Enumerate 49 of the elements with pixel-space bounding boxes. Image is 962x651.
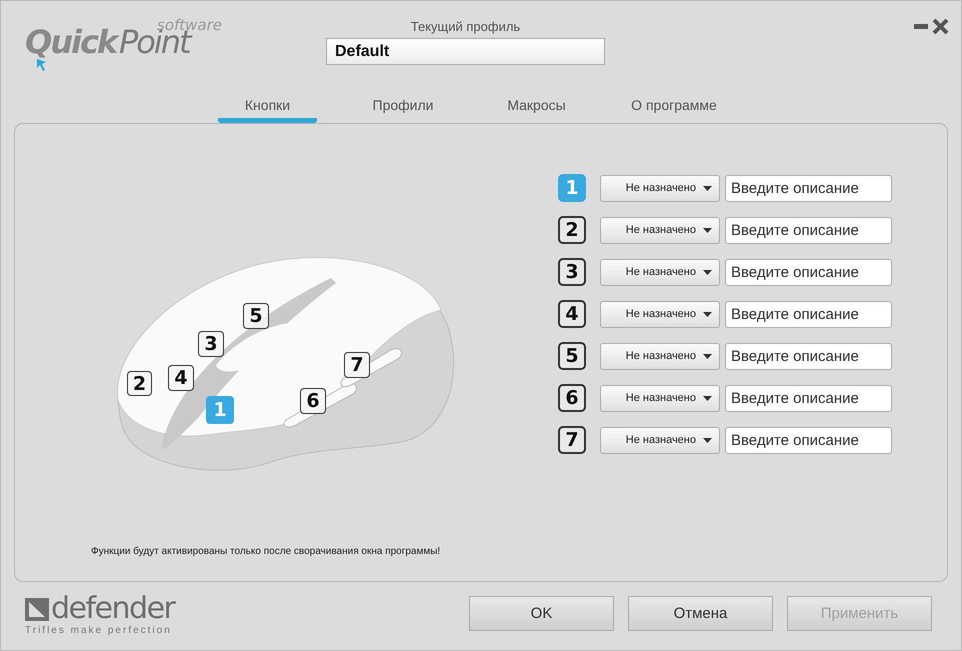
- action-dropdown[interactable]: Не назначено: [600, 174, 720, 202]
- description-field[interactable]: Введите описание: [725, 258, 892, 286]
- brand-logo-icon: [25, 598, 49, 620]
- caret-icon: [703, 186, 712, 190]
- mouse-button-label[interactable]: 3: [198, 331, 224, 357]
- action-dropdown[interactable]: Не назначено: [600, 216, 720, 244]
- tab[interactable]: О программе: [584, 93, 764, 123]
- description-field[interactable]: Введите описание: [725, 342, 892, 370]
- description-field[interactable]: Введите описание: [725, 300, 892, 328]
- button-number-badge[interactable]: 5: [558, 342, 586, 370]
- tab[interactable]: Кнопки: [218, 93, 317, 123]
- caret-icon: [703, 312, 712, 316]
- info-note: Функции будут активированы только после сворачивания окна программы!: [91, 546, 440, 557]
- action-dropdown[interactable]: Не назначено: [600, 258, 720, 286]
- action-dropdown[interactable]: Не назначено: [600, 426, 720, 454]
- caret-icon: [703, 396, 712, 400]
- profile-label: Текущий профиль: [410, 19, 520, 34]
- action-dropdown[interactable]: Не назначено: [600, 342, 720, 370]
- action-dropdown[interactable]: Не назначено: [600, 300, 720, 328]
- description-field[interactable]: Введите описание: [725, 384, 892, 412]
- dialog-button[interactable]: Отмена: [628, 596, 773, 631]
- brand-name: defender: [51, 594, 174, 624]
- button-number-badge[interactable]: 4: [558, 300, 586, 328]
- mouse-button-label[interactable]: 6: [300, 388, 326, 414]
- brand-slogan: Trifles make perfection: [25, 625, 173, 636]
- description-field[interactable]: Введите описание: [725, 426, 892, 454]
- logo-text: Quick: [25, 27, 116, 57]
- caret-icon: [703, 354, 712, 358]
- mouse-button-label[interactable]: 5: [243, 303, 269, 329]
- button-number-badge[interactable]: 7: [558, 426, 586, 454]
- tab[interactable]: Профили: [317, 93, 489, 123]
- dialog-button[interactable]: OK: [469, 596, 614, 631]
- button-number-badge[interactable]: 2: [558, 216, 586, 244]
- caret-icon: [703, 228, 712, 232]
- mouse-button-label[interactable]: 2: [127, 371, 152, 396]
- button-number-badge[interactable]: 3: [558, 258, 586, 286]
- caret-icon: [703, 438, 712, 442]
- button-number-badge[interactable]: 6: [558, 384, 586, 412]
- description-field[interactable]: Введите описание: [725, 216, 892, 244]
- tab[interactable]: Макросы: [489, 93, 584, 123]
- action-dropdown[interactable]: Не назначено: [600, 384, 720, 412]
- profile-field[interactable]: Default: [326, 38, 605, 65]
- cursor-arrow-icon: [36, 58, 48, 72]
- mouse-button-label[interactable]: 7: [344, 352, 370, 378]
- mouse-button-label[interactable]: 4: [168, 365, 194, 391]
- description-field[interactable]: Введите описание: [725, 174, 892, 202]
- logo-text: Point: [119, 27, 190, 57]
- close-icon[interactable]: [932, 18, 949, 35]
- caret-icon: [703, 270, 712, 274]
